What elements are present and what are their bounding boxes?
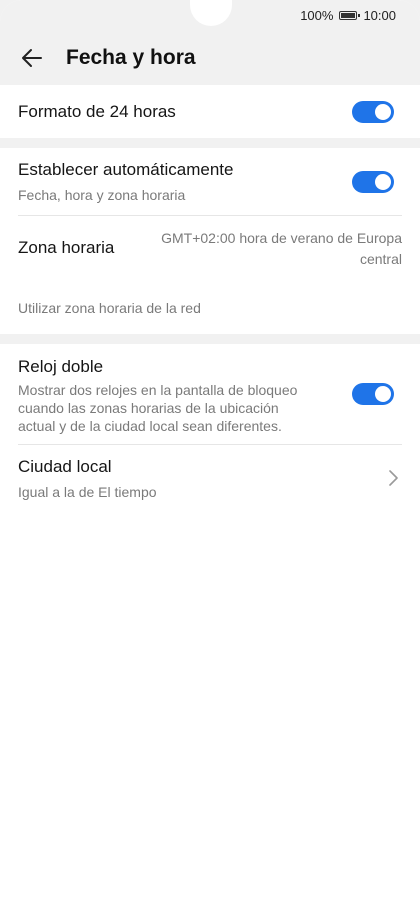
row-divider [18,444,402,445]
dual-clock-description-line1: Mostrar dos relojes en la pantalla de bl… [18,382,298,398]
format24-group: Formato de 24 horas [0,85,420,138]
auto-set-subtitle: Fecha, hora y zona horaria [18,187,186,203]
row-divider [18,215,402,216]
dual-clock-row[interactable]: Reloj doble Mostrar dos relojes en la pa… [18,357,320,435]
battery-percent: 100% [300,7,334,23]
format24-toggle[interactable] [352,101,394,123]
auto-set-label: Establecer automáticamente [18,160,234,179]
dual-clock-description-line2: cuando las zonas horarias de la ubicació… [18,400,279,416]
status-indicators: 100% 10:00 [300,7,396,23]
phone-screen: 100% 10:00 Fecha y hora Formato de 24 ho… [0,0,420,910]
home-city-value: Igual a la de El tiempo [18,484,157,500]
clock-time: 10:00 [363,7,396,23]
app-header: Fecha y hora [0,30,420,85]
chevron-right-icon [389,470,398,486]
format24-label: Formato de 24 horas [18,102,176,121]
auto-set-row[interactable]: Establecer automáticamente Fecha, hora y… [18,160,402,204]
dual-clock-group: Reloj doble Mostrar dos relojes en la pa… [0,344,420,910]
camera-notch [190,0,232,26]
auto-set-toggle[interactable] [352,171,394,193]
dual-clock-description-line3: actual y de la ciudad local sean diferen… [18,418,282,434]
page-title: Fecha y hora [66,45,196,69]
dual-clock-description: Mostrar dos relojes en la pantalla de bl… [18,381,320,435]
timezone-value-line1: GMT+02:00 hora de verano de Europa [161,230,402,246]
back-button[interactable] [20,46,44,70]
back-arrow-icon [22,48,42,67]
timezone-value[interactable]: GMT+02:00 hora de verano de Europa centr… [132,228,402,270]
network-timezone-label[interactable]: Utilizar zona horaria de la red [18,299,402,317]
home-city-label: Ciudad local [18,457,112,476]
home-city-row[interactable]: Ciudad local Igual a la de El tiempo [18,457,402,501]
timezone-value-line2: central [359,251,402,267]
dual-clock-label: Reloj doble [18,357,104,376]
status-bar: 100% 10:00 [0,0,420,30]
section-separator [0,334,420,344]
auto-time-group: Establecer automáticamente Fecha, hora y… [0,148,420,334]
section-separator [0,138,420,148]
dual-clock-toggle[interactable] [352,383,394,405]
battery-icon [339,10,361,20]
